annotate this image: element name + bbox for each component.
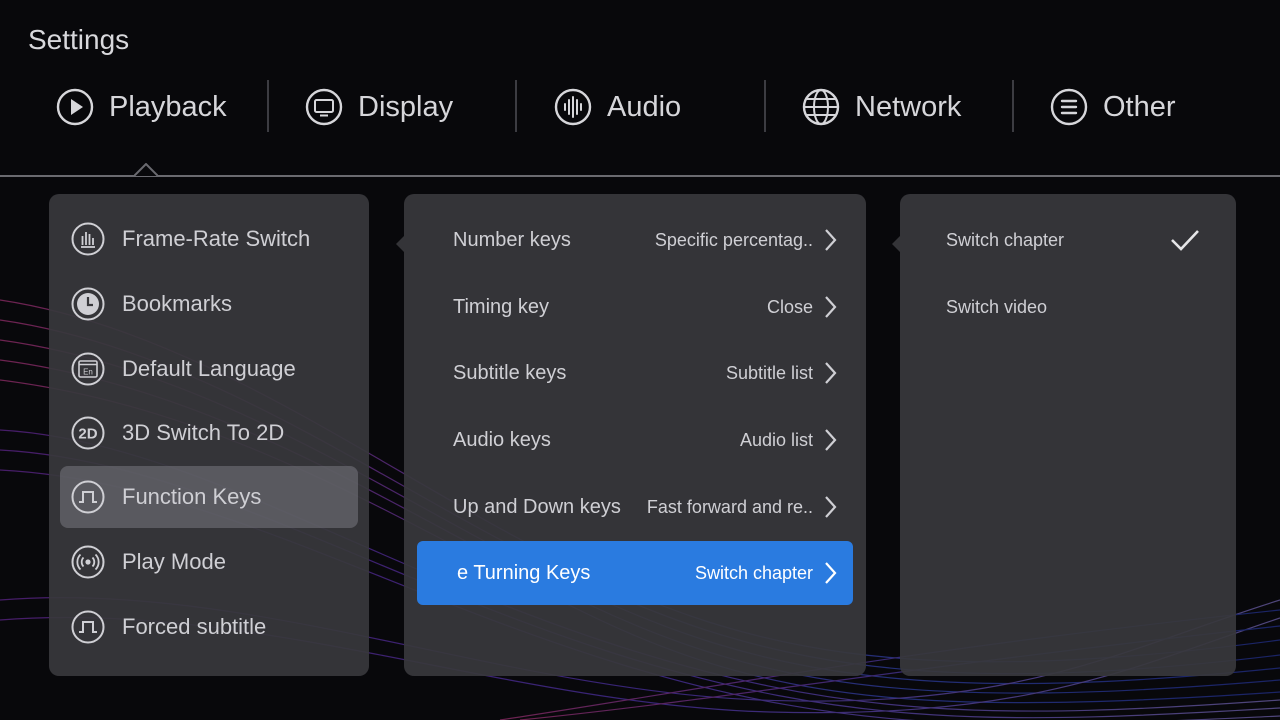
menu-icon bbox=[1049, 87, 1089, 127]
menu-item-forced-subtitle[interactable]: Forced subtitle bbox=[60, 596, 358, 658]
checkmark-icon bbox=[1171, 230, 1199, 251]
menu-item-label: Function Keys bbox=[122, 484, 262, 509]
tab-network[interactable]: Network bbox=[801, 78, 961, 136]
function-key-value: Close bbox=[766, 296, 813, 317]
menu-item-bookmarks[interactable]: Bookmarks bbox=[60, 273, 358, 335]
menu-item-3d-switch-to-2d[interactable]: 2D 3D Switch To 2D bbox=[60, 402, 358, 464]
tab-divider bbox=[1012, 80, 1014, 132]
function-key-timing-key[interactable]: Timing key Close bbox=[417, 275, 853, 339]
chevron-right-icon bbox=[823, 228, 837, 252]
function-key-value: Subtitle list bbox=[725, 362, 813, 383]
tab-display[interactable]: Display bbox=[304, 78, 453, 136]
2d-icon: 2D bbox=[70, 415, 106, 451]
function-key-value: Specific percentag.. bbox=[654, 229, 813, 250]
menu-item-label: 3D Switch To 2D bbox=[122, 420, 285, 445]
bar-chart-icon bbox=[70, 221, 106, 257]
tab-underline bbox=[0, 175, 1280, 177]
function-key-subtitle-keys[interactable]: Subtitle keys Subtitle list bbox=[417, 341, 853, 405]
panel-pointer bbox=[892, 236, 900, 252]
function-key-label: Number keys bbox=[453, 228, 571, 251]
tab-pointer bbox=[134, 163, 158, 177]
tab-divider bbox=[764, 80, 766, 132]
menu-item-function-keys[interactable]: Function Keys bbox=[60, 466, 358, 528]
function-key-label: Audio keys bbox=[453, 428, 551, 451]
function-key-page-turning-keys[interactable]: e Turning Keys Switch chapter bbox=[417, 541, 853, 605]
clock-icon bbox=[70, 286, 106, 322]
tab-label: Network bbox=[855, 90, 962, 123]
function-key-label: Timing key bbox=[453, 295, 549, 318]
pulse-icon bbox=[70, 609, 106, 645]
option-switch-video[interactable]: Switch video bbox=[900, 277, 1236, 337]
options-panel: Switch chapter Switch video bbox=[892, 194, 1236, 676]
function-key-label: e Turning Keys bbox=[457, 561, 591, 584]
menu-item-label: Default Language bbox=[122, 356, 296, 381]
menu-item-frame-rate-switch[interactable]: Frame-Rate Switch bbox=[60, 208, 358, 270]
chevron-right-icon bbox=[823, 428, 837, 452]
function-key-label: Subtitle keys bbox=[453, 361, 567, 384]
function-key-value: Fast forward and re.. bbox=[646, 496, 813, 517]
menu-item-play-mode[interactable]: Play Mode bbox=[60, 531, 358, 593]
function-key-audio-keys[interactable]: Audio keys Audio list bbox=[417, 408, 853, 472]
pulse-icon bbox=[70, 479, 106, 515]
panel-pointer bbox=[396, 236, 404, 252]
option-switch-chapter[interactable]: Switch chapter bbox=[900, 210, 1236, 270]
tab-divider bbox=[515, 80, 517, 132]
menu-item-label: Forced subtitle bbox=[122, 614, 267, 639]
function-key-up-and-down-keys[interactable]: Up and Down keys Fast forward and re.. bbox=[417, 475, 853, 539]
page-title: Settings bbox=[28, 24, 130, 55]
chevron-right-icon bbox=[823, 561, 837, 585]
language-icon: En bbox=[70, 351, 106, 387]
tab-label: Playback bbox=[109, 90, 227, 123]
audio-wave-icon bbox=[553, 87, 593, 127]
tab-other[interactable]: Other bbox=[1049, 78, 1176, 136]
function-keys-panel: Number keys Specific percentag.. Timing … bbox=[396, 194, 866, 676]
play-circle-icon bbox=[55, 87, 95, 127]
option-label: Switch video bbox=[946, 296, 1048, 317]
menu-item-label: Bookmarks bbox=[122, 291, 233, 316]
playback-menu-panel: Frame-Rate Switch Bookmarks En Default L… bbox=[49, 194, 369, 676]
menu-item-default-language[interactable]: En Default Language bbox=[60, 338, 358, 400]
monitor-icon bbox=[304, 87, 344, 127]
language-icon-text: En bbox=[83, 368, 93, 377]
tab-playback[interactable]: Playback bbox=[55, 78, 227, 136]
tab-label: Audio bbox=[607, 90, 682, 123]
function-key-number-keys[interactable]: Number keys Specific percentag.. bbox=[417, 208, 853, 272]
chevron-right-icon bbox=[823, 495, 837, 519]
tab-label: Display bbox=[358, 90, 454, 123]
function-key-value: Switch chapter bbox=[694, 562, 813, 583]
tab-bar: Playback Display Audio Network Other bbox=[0, 78, 1280, 136]
2d-icon-text: 2D bbox=[78, 426, 97, 443]
function-key-label: Up and Down keys bbox=[453, 495, 621, 518]
menu-item-label: Play Mode bbox=[122, 549, 226, 574]
radio-wave-icon bbox=[70, 544, 106, 580]
chevron-right-icon bbox=[823, 361, 837, 385]
option-label: Switch chapter bbox=[946, 229, 1065, 250]
tab-label: Other bbox=[1103, 90, 1176, 123]
menu-item-label: Frame-Rate Switch bbox=[122, 226, 311, 251]
chevron-right-icon bbox=[823, 295, 837, 319]
tab-audio[interactable]: Audio bbox=[553, 78, 681, 136]
globe-icon bbox=[801, 87, 841, 127]
tab-divider bbox=[267, 80, 269, 132]
function-key-value: Audio list bbox=[739, 429, 813, 450]
